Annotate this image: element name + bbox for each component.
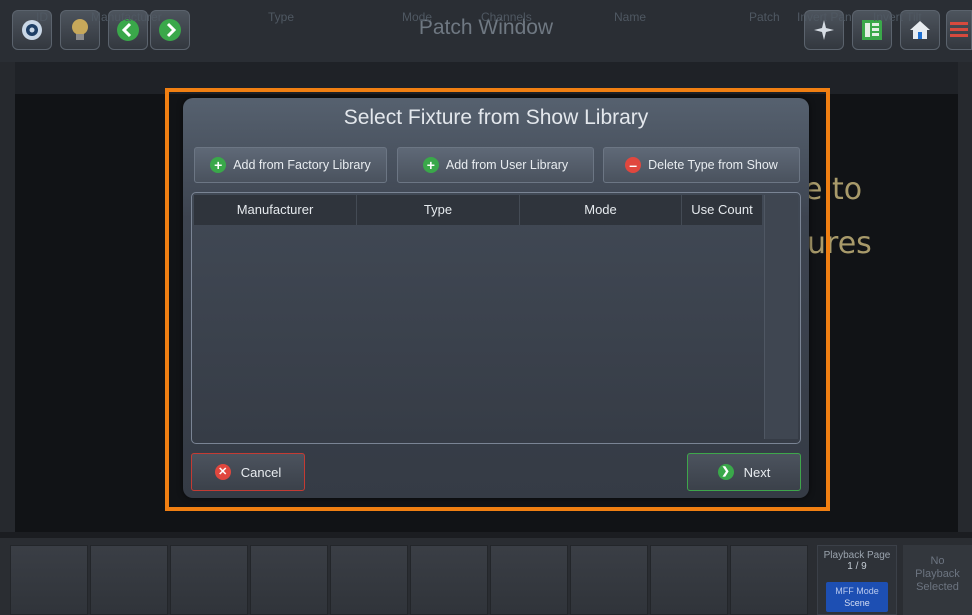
patch-col-id: ID — [36, 10, 48, 24]
playback-slot[interactable] — [650, 545, 728, 615]
next-label: Next — [743, 464, 771, 480]
playback-slot[interactable] — [570, 545, 648, 615]
cancel-label: Cancel — [240, 464, 282, 480]
patch-col-mode: Mode — [402, 10, 433, 24]
add-from-factory-library-button[interactable]: + Add from Factory Library — [194, 147, 387, 183]
close-icon: ✕ — [214, 464, 231, 480]
add-from-user-library-button[interactable]: + Add from User Library — [397, 147, 594, 183]
plus-icon: + — [422, 157, 439, 173]
no-playback-text: Playback — [915, 568, 960, 580]
next-button[interactable]: ❯ Next — [687, 453, 801, 491]
patch-col-type: Type — [268, 10, 295, 24]
playback-page-label: Playback Page — [823, 550, 891, 561]
mff-mode-label: MFF Mode — [835, 586, 879, 596]
patch-col-invert-pan: Invert Pan — [797, 10, 852, 24]
patch-col-invert-tilt: Invert Tilt — [873, 10, 922, 24]
table-header: Manufacturer Type Mode Use Count — [194, 195, 762, 225]
mff-mode-button[interactable]: MFF Mode Scene — [826, 582, 888, 612]
delete-type-label: Delete Type from Show — [648, 158, 778, 172]
dialog-title: Select Fixture from Show Library — [343, 106, 649, 129]
fixture-type-table: Manufacturer Type Mode Use Count — [191, 192, 801, 444]
playback-slot[interactable] — [170, 545, 248, 615]
menu-button[interactable] — [946, 10, 972, 50]
no-playback-selected-panel: No Playback Selected — [903, 545, 972, 615]
col-mode[interactable]: Mode — [520, 195, 682, 225]
playback-slot[interactable] — [410, 545, 488, 615]
add-user-label: Add from User Library — [445, 158, 569, 172]
col-manufacturer[interactable]: Manufacturer — [194, 195, 357, 225]
minus-icon: – — [625, 157, 642, 173]
playback-slot[interactable] — [490, 545, 568, 615]
col-use-count[interactable]: Use Count — [682, 195, 762, 225]
playback-slot[interactable] — [250, 545, 328, 615]
left-gutter — [0, 62, 15, 532]
chevron-right-icon: ❯ — [717, 464, 734, 480]
playback-slot[interactable] — [330, 545, 408, 615]
patch-col-name: Name — [614, 10, 647, 24]
playback-page-selector[interactable]: Playback Page 1 / 9 MFF Mode Scene — [817, 545, 897, 615]
plus-icon: + — [210, 157, 227, 173]
delete-type-from-show-button[interactable]: – Delete Type from Show — [603, 147, 800, 183]
patch-col-channels: Channels — [481, 10, 532, 24]
select-fixture-dialog: Select Fixture from Show Library + Add f… — [183, 98, 809, 498]
add-factory-label: Add from Factory Library — [233, 158, 371, 172]
playback-page-value: 1 / 9 — [847, 561, 867, 572]
table-scrollbar[interactable] — [764, 195, 798, 439]
menu-icon — [950, 22, 968, 37]
no-playback-text: No — [930, 555, 945, 567]
mff-mode-value: Scene — [844, 598, 870, 608]
col-type[interactable]: Type — [357, 195, 520, 225]
playback-slot[interactable] — [90, 545, 168, 615]
cancel-button[interactable]: ✕ Cancel — [191, 453, 305, 491]
patch-col-manufacturer: Manufacturer — [91, 10, 162, 24]
playback-slot[interactable] — [10, 545, 88, 615]
right-gutter — [958, 62, 972, 532]
no-playback-text: Selected — [916, 581, 959, 593]
patch-col-patch: Patch — [749, 10, 780, 24]
playback-slot[interactable] — [730, 545, 808, 615]
